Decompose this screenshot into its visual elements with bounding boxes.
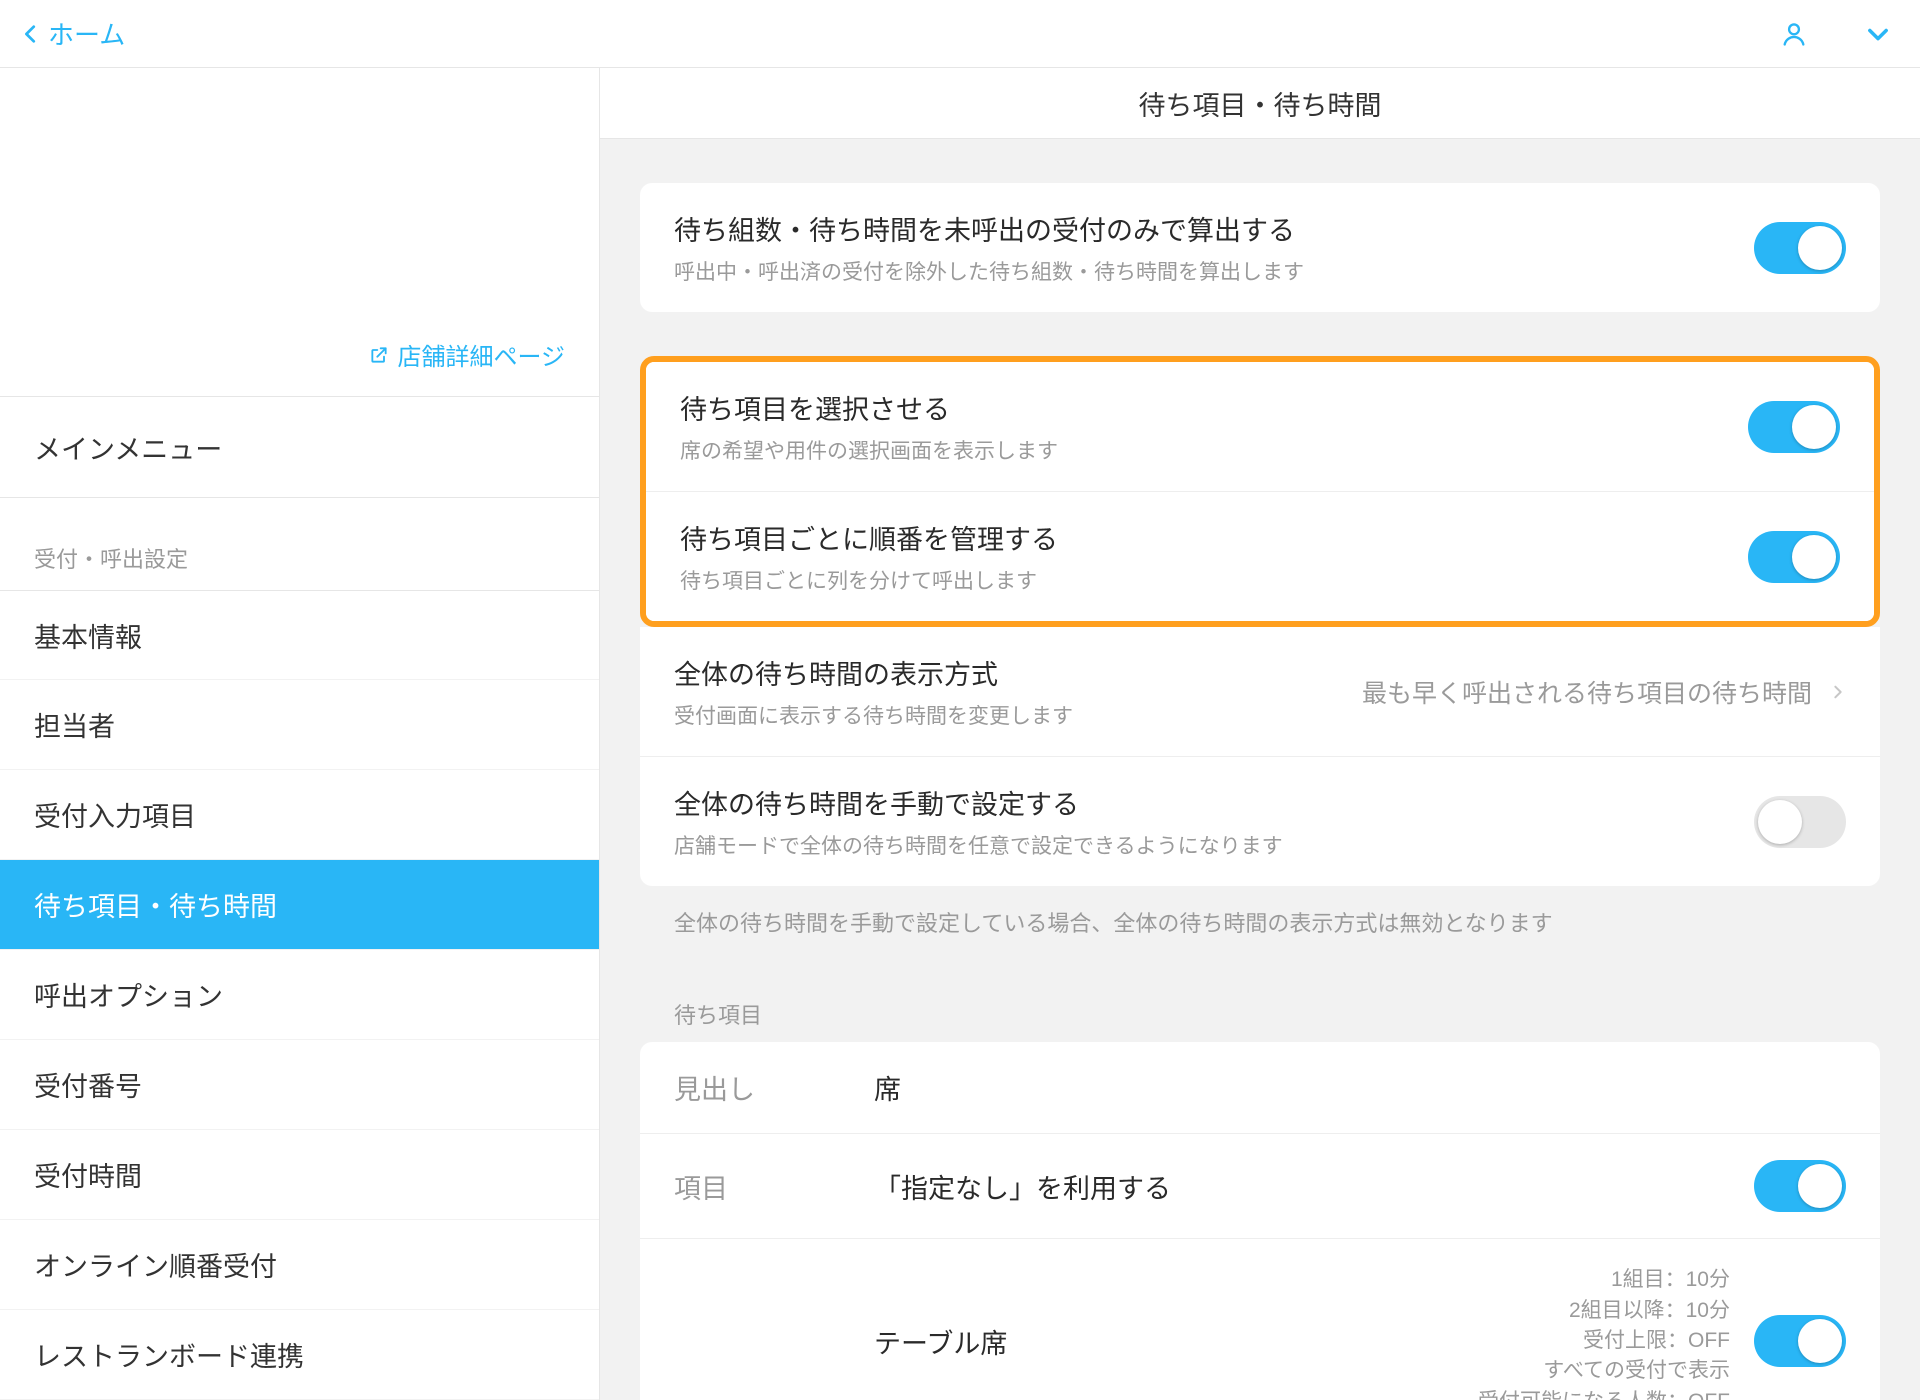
wait-item-section-label: 待ち項目	[640, 998, 1880, 1042]
toggle-calc-only-uncalled[interactable]	[1754, 222, 1846, 274]
toggle-manage-per-item[interactable]	[1748, 531, 1840, 583]
toggle-use-none[interactable]	[1754, 1160, 1846, 1212]
row-overall-display[interactable]: 全体の待ち時間の表示方式 受付画面に表示する待ち時間を変更します 最も早く呼出さ…	[640, 627, 1880, 757]
toggle-manual-set[interactable]	[1754, 796, 1846, 848]
row-manage-per-item: 待ち項目ごとに順番を管理する 待ち項目ごとに列を分けて呼出します	[646, 492, 1874, 621]
top-actions	[1780, 20, 1892, 48]
chevron-right-icon	[1830, 680, 1846, 704]
kv-val: 「指定なし」を利用する	[874, 1167, 1754, 1206]
sidebar-item[interactable]: 待ち項目・待ち時間	[0, 860, 599, 950]
sidebar-item[interactable]: 受付時間	[0, 1130, 599, 1220]
kv-val: 席	[874, 1068, 1846, 1107]
card-wait-item: 見出し 席 項目 「指定なし」を利用する テーブル席 1組目：10分2組目以降：…	[640, 1042, 1880, 1400]
kv-val: テーブル席	[874, 1322, 1478, 1361]
row-desc: 呼出中・呼出済の受付を除外した待ち組数・待ち時間を算出します	[674, 256, 1754, 286]
sidebar-item-label: 待ち項目・待ち時間	[34, 885, 277, 924]
sidebar-item[interactable]: 呼出オプション	[0, 950, 599, 1040]
toggle-table-seat[interactable]	[1754, 1315, 1846, 1367]
sidebar-item-label: オンライン順番受付	[34, 1245, 277, 1284]
top-bar: ホーム	[0, 0, 1920, 68]
chevron-left-icon	[20, 23, 42, 45]
external-link-icon	[369, 345, 389, 365]
sidebar-item[interactable]: 基本情報	[0, 590, 599, 680]
store-detail-label: 店舗詳細ページ	[397, 337, 565, 372]
store-block: 店舗詳細ページ	[0, 68, 599, 397]
row-desc: 待ち項目ごとに列を分けて呼出します	[680, 565, 1748, 595]
sidebar: 店舗詳細ページ メインメニュー 受付・呼出設定 基本情報担当者受付入力項目待ち項…	[0, 68, 600, 1400]
settings-panel: 待ち項目・待ち時間 待ち組数・待ち時間を未呼出の受付のみで算出する 呼出中・呼出…	[600, 68, 1920, 1400]
sidebar-item[interactable]: 担当者	[0, 680, 599, 770]
row-title: 待ち項目を選択させる	[680, 388, 1748, 427]
row-title: 待ち項目ごとに順番を管理する	[680, 518, 1748, 557]
row-value: 最も早く呼出される待ち項目の待ち時間	[1362, 674, 1812, 710]
row-use-none: 項目 「指定なし」を利用する	[640, 1134, 1880, 1239]
sidebar-item-label: 呼出オプション	[34, 975, 223, 1014]
sidebar-item-label: 受付入力項目	[34, 795, 196, 834]
row-table-seat[interactable]: テーブル席 1組目：10分2組目以降：10分受付上限：OFFすべての受付で表示受…	[640, 1239, 1880, 1400]
row-title: 全体の待ち時間を手動で設定する	[674, 783, 1754, 822]
store-detail-link[interactable]: 店舗詳細ページ	[369, 337, 565, 372]
kv-key: 項目	[674, 1167, 874, 1206]
sidebar-item-label: 受付時間	[34, 1155, 142, 1194]
row-desc: 受付画面に表示する待ち時間を変更します	[674, 700, 1362, 730]
sidebar-item[interactable]: レストランボード連携	[0, 1310, 599, 1400]
row-manual-set: 全体の待ち時間を手動で設定する 店舗モードで全体の待ち時間を任意で設定できるよう…	[640, 757, 1880, 886]
sidebar-item-label: 担当者	[34, 705, 115, 744]
back-label: ホーム	[48, 15, 125, 52]
sidebar-item-label: 受付番号	[34, 1065, 142, 1104]
table-seat-meta: 1組目：10分2組目以降：10分受付上限：OFFすべての受付で表示受付可能になる…	[1478, 1265, 1730, 1400]
back-button[interactable]: ホーム	[20, 15, 125, 52]
note-manual-set: 全体の待ち時間を手動で設定している場合、全体の待ち時間の表示方式は無効となります	[640, 906, 1880, 938]
main-menu-label: メインメニュー	[34, 428, 222, 467]
panel-title: 待ち項目・待ち時間	[600, 68, 1920, 139]
sidebar-item[interactable]: 受付番号	[0, 1040, 599, 1130]
sidebar-item-label: 基本情報	[34, 616, 142, 655]
row-heading[interactable]: 見出し 席	[640, 1042, 1880, 1134]
card-calc: 待ち組数・待ち時間を未呼出の受付のみで算出する 呼出中・呼出済の受付を除外した待…	[640, 183, 1880, 312]
row-select-wait-item: 待ち項目を選択させる 席の希望や用件の選択画面を表示します	[646, 362, 1874, 492]
sidebar-item-label: レストランボード連携	[34, 1335, 304, 1374]
toggle-select-wait-item[interactable]	[1748, 401, 1840, 453]
sidebar-section-label: 受付・呼出設定	[0, 498, 599, 590]
sidebar-item-main-menu[interactable]: メインメニュー	[0, 397, 599, 498]
kv-key: 見出し	[674, 1068, 874, 1107]
row-title: 待ち組数・待ち時間を未呼出の受付のみで算出する	[674, 209, 1754, 248]
highlight-box: 待ち項目を選択させる 席の希望や用件の選択画面を表示します 待ち項目ごとに順番を…	[640, 356, 1880, 627]
row-title: 全体の待ち時間の表示方式	[674, 653, 1362, 692]
row-desc: 席の希望や用件の選択画面を表示します	[680, 435, 1748, 465]
sidebar-item[interactable]: オンライン順番受付	[0, 1220, 599, 1310]
user-icon[interactable]	[1780, 20, 1808, 48]
row-calc-only-uncalled: 待ち組数・待ち時間を未呼出の受付のみで算出する 呼出中・呼出済の受付を除外した待…	[640, 183, 1880, 312]
row-desc: 店舗モードで全体の待ち時間を任意で設定できるようになります	[674, 830, 1754, 860]
chevron-down-icon[interactable]	[1864, 20, 1892, 48]
sidebar-item[interactable]: 受付入力項目	[0, 770, 599, 860]
